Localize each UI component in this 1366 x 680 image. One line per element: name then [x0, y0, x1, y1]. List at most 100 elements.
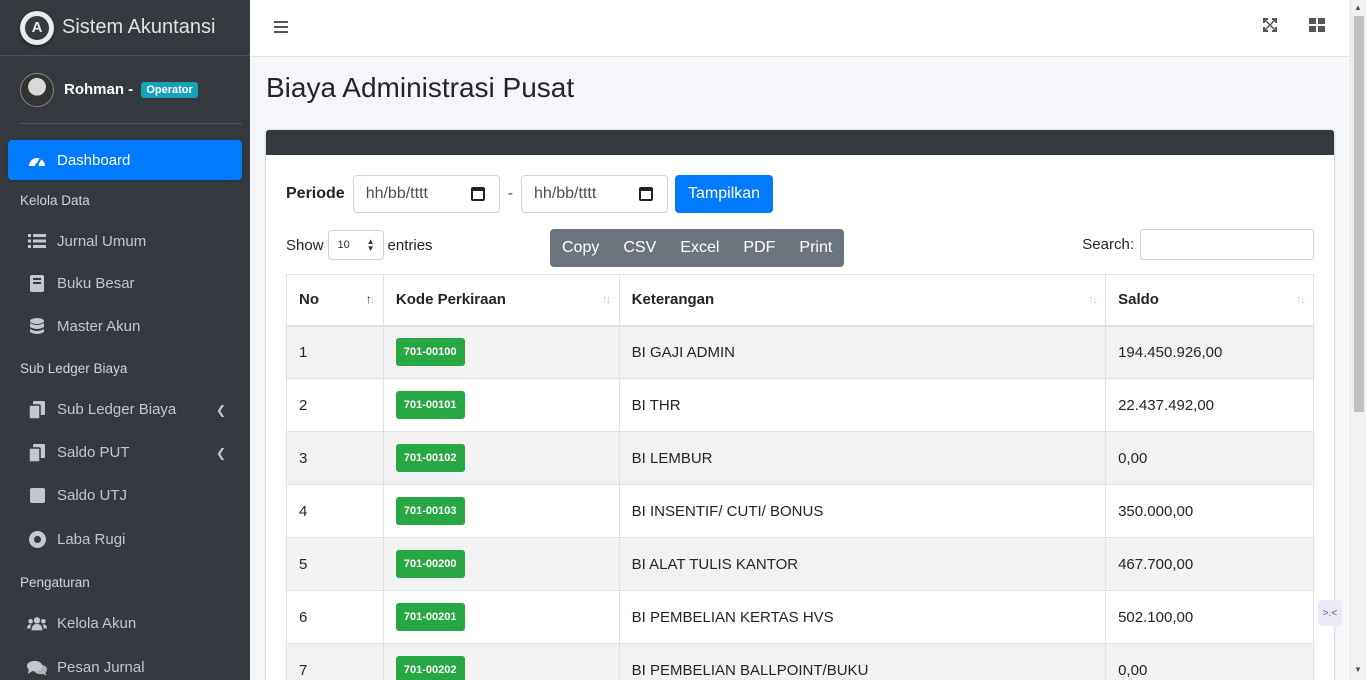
cell-keterangan: BI THR	[618, 378, 1107, 432]
user-name[interactable]: Rohman - Operator	[64, 81, 198, 99]
sidebar-item-jurnal-umum[interactable]: Jurnal Umum	[0, 220, 250, 262]
period-filter: Periode hh/bb/tttt - hh/bb/tttt Tampilka…	[286, 175, 774, 213]
square-icon	[27, 488, 47, 503]
kode-badge[interactable]: 701-00101	[395, 391, 465, 419]
cell-keterangan: BI GAJI ADMIN	[618, 325, 1107, 379]
cell-keterangan: BI INSENTIF/ CUTI/ BONUS	[618, 484, 1107, 538]
select-arrows-icon: ▲ ▼	[366, 237, 375, 253]
cell-saldo: 467.700,00	[1105, 537, 1314, 591]
chevron-left-icon: ❮	[215, 402, 226, 417]
table-row: 2 701-00101 BI THR 22.437.492,00	[286, 378, 1314, 432]
cell-saldo: 22.437.492,00	[1105, 378, 1314, 432]
search-input[interactable]	[1140, 229, 1314, 260]
column-header-saldo[interactable]: Saldo ↑↓	[1105, 274, 1314, 327]
sidebar: A Sistem Akuntansi Rohman - Operator Das…	[0, 0, 250, 680]
cell-saldo: 502.100,00	[1105, 590, 1314, 644]
sort-asc-icon: ↑↓	[365, 292, 376, 306]
column-header-no[interactable]: No ↑↓	[286, 274, 384, 327]
kode-badge[interactable]: 701-00102	[395, 444, 465, 472]
kode-badge[interactable]: 701-00201	[395, 603, 465, 631]
sidebar-item-buku-besar[interactable]: Buku Besar	[0, 262, 250, 305]
excel-button[interactable]: Excel	[668, 229, 731, 267]
hamburger-menu-icon[interactable]	[274, 17, 288, 38]
nav-header-sub-ledger: Sub Ledger Biaya	[20, 360, 128, 376]
sidebar-item-label: Saldo UTJ	[57, 487, 128, 504]
copy-button[interactable]: Copy	[550, 229, 611, 267]
tachometer-icon	[27, 152, 47, 168]
date-from-input[interactable]: hh/bb/tttt	[352, 175, 500, 213]
avatar[interactable]	[20, 72, 54, 107]
sidebar-item-label: Sub Ledger Biaya	[57, 401, 177, 418]
cell-kode: 701-00102	[382, 431, 620, 485]
date-placeholder: hh/bb/tttt	[534, 185, 597, 202]
csv-button[interactable]: CSV	[611, 229, 668, 267]
table-row: 1 701-00100 BI GAJI ADMIN 194.450.926,00	[286, 325, 1314, 379]
cell-no: 4	[286, 484, 384, 538]
scroll-down-icon[interactable]: ▼	[1354, 665, 1362, 674]
scrollbar-thumb[interactable]	[1354, 16, 1364, 412]
show-button[interactable]: Tampilkan	[675, 175, 774, 213]
sidebar-item-label: Master Akun	[57, 318, 141, 335]
sidebar-item-label: Dashboard	[57, 151, 131, 169]
date-to-input[interactable]: hh/bb/tttt	[521, 175, 669, 213]
header-label: No	[299, 291, 319, 309]
table-row: 6 701-00201 BI PEMBELIAN KERTAS HVS 502.100…	[286, 590, 1314, 644]
page-title: Biaya Administrasi Pusat	[266, 72, 575, 103]
entries-select[interactable]: 10 ▲ ▼	[327, 230, 384, 260]
floating-widget-tab[interactable]: >.<	[1318, 600, 1342, 626]
cell-kode: 701-00201	[382, 590, 620, 644]
brand-link[interactable]: A Sistem Akuntansi	[0, 0, 250, 56]
pdf-button[interactable]: PDF	[731, 229, 787, 267]
cell-kode: 701-00101	[382, 378, 620, 432]
calendar-icon[interactable]	[470, 187, 485, 201]
calendar-icon[interactable]	[639, 187, 654, 201]
sort-icon: ↑↓	[601, 292, 612, 306]
sidebar-item-label: Buku Besar	[57, 275, 135, 292]
entries-label: entries	[387, 236, 433, 254]
app-logo-icon: A	[20, 10, 54, 45]
sidebar-item-dashboard[interactable]: Dashboard	[8, 140, 242, 180]
sidebar-item-label: Kelola Akun	[57, 615, 137, 632]
sidebar-nav: Dashboard Kelola Data Jurnal Umum Buku B…	[0, 124, 250, 680]
entries-value: 10	[337, 239, 350, 251]
comments-icon	[27, 660, 47, 676]
column-header-kode[interactable]: Kode Perkiraan ↑↓	[382, 274, 620, 327]
copy-icon	[27, 400, 47, 419]
search-label: Search:	[1082, 236, 1134, 253]
grid-layout-icon[interactable]	[1309, 17, 1325, 37]
kode-badge[interactable]: 701-00103	[395, 497, 465, 525]
cell-kode: 701-00100	[382, 325, 620, 379]
sidebar-item-saldo-utj[interactable]: Saldo UTJ	[0, 474, 250, 517]
column-header-keterangan[interactable]: Keterangan ↑↓	[618, 274, 1107, 327]
table-search: Search:	[1082, 229, 1314, 260]
cell-kode: 701-00200	[382, 537, 620, 591]
kode-badge[interactable]: 701-00202	[395, 656, 465, 680]
header-label: Saldo	[1118, 291, 1159, 309]
sidebar-item-saldo-put[interactable]: Saldo PUT ❮	[0, 431, 250, 474]
sidebar-item-pesan-jurnal[interactable]: Pesan Jurnal	[0, 645, 250, 680]
cell-kode: 701-00202	[382, 643, 620, 680]
sidebar-item-laba-rugi[interactable]: Laba Rugi	[0, 517, 250, 562]
cell-no: 2	[286, 378, 384, 432]
table-row: 3 701-00102 BI LEMBUR 0,00	[286, 431, 1314, 485]
kode-badge[interactable]: 701-00100	[395, 338, 465, 367]
sidebar-item-master-akun[interactable]: Master Akun	[0, 305, 250, 348]
cell-saldo: 194.450.926,00	[1105, 325, 1314, 379]
header-label: Keterangan	[631, 291, 715, 309]
fullscreen-icon[interactable]	[1263, 17, 1277, 37]
sidebar-item-kelola-akun[interactable]: Kelola Akun	[0, 602, 250, 645]
sidebar-item-label: Pesan Jurnal	[57, 659, 145, 676]
page-scrollbar[interactable]: ▲ ▼	[1350, 0, 1366, 680]
user-panel: Rohman - Operator	[20, 56, 242, 124]
cell-keterangan: BI PEMBELIAN KERTAS HVS	[618, 590, 1107, 644]
kode-badge[interactable]: 701-00200	[395, 550, 465, 578]
scroll-up-icon[interactable]: ▲	[1354, 3, 1362, 12]
sidebar-item-label: Jurnal Umum	[57, 232, 147, 250]
cell-no: 1	[286, 325, 384, 379]
cell-keterangan: BI ALAT TULIS KANTOR	[618, 537, 1107, 591]
role-badge: Operator	[141, 82, 198, 99]
sidebar-item-sub-ledger-biaya[interactable]: Sub Ledger Biaya ❮	[0, 388, 250, 431]
top-navbar	[250, 0, 1350, 57]
print-button[interactable]: Print	[787, 229, 844, 267]
cell-no: 5	[286, 537, 384, 591]
